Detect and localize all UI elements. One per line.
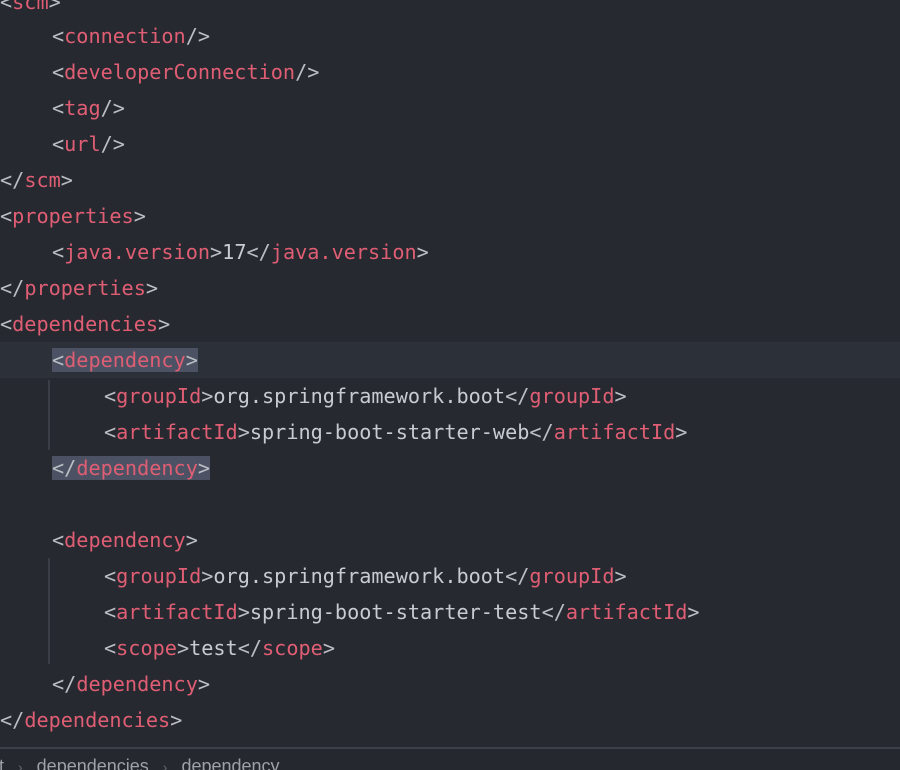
code-line: <url/> [52, 132, 125, 156]
breadcrumb-item-project[interactable]: rt [0, 756, 4, 770]
chevron-right-icon: › [18, 759, 23, 770]
xml-tag: dependencies [12, 312, 159, 336]
breadcrumb: rt › dependencies › dependency [0, 756, 280, 770]
matched-tag-highlight: </dependency> [52, 456, 211, 480]
xml-tag: scm [12, 0, 49, 14]
xml-tag: properties [12, 204, 134, 228]
code-line: <connection/> [52, 24, 211, 48]
code-line: </dependency> [52, 672, 211, 696]
xml-tag: scope [262, 636, 323, 660]
code-line: <groupId>org.springframework.boot</group… [104, 564, 627, 588]
xml-text: spring-boot-starter-test [249, 600, 542, 624]
xml-tag: dependency [64, 528, 186, 552]
matched-tag-highlight: <dependency> [52, 348, 198, 372]
xml-text: org.springframework.boot [213, 384, 506, 408]
xml-tag: dependency [76, 456, 198, 480]
code-line: <artifactId>spring-boot-starter-web</art… [104, 420, 688, 444]
xml-tag: dependency [64, 348, 186, 372]
code-line: <dependency> [52, 528, 198, 552]
code-line: <artifactId>spring-boot-starter-test</ar… [104, 600, 700, 624]
code-editor[interactable]: <scm> <connection/> <developerConnection… [0, 0, 900, 747]
xml-tag: artifactId [116, 420, 238, 444]
code-line: </scm> [0, 168, 73, 192]
xml-tag: dependencies [24, 708, 171, 732]
code-line: </dependency> [0, 450, 900, 486]
xml-tag: properties [24, 276, 146, 300]
breadcrumb-bar: rt › dependencies › dependency [0, 747, 900, 770]
code-line: <developerConnection/> [52, 60, 320, 84]
breadcrumb-item-dependencies[interactable]: dependencies [37, 756, 149, 770]
xml-tag: java.version [64, 240, 211, 264]
xml-tag: artifactId [116, 600, 238, 624]
xml-tag: groupId [116, 564, 202, 588]
code-line-current: <dependency> [0, 342, 900, 378]
xml-tag: connection [64, 24, 186, 48]
xml-tag: groupId [529, 384, 615, 408]
xml-tag: dependency [76, 672, 198, 696]
xml-text: org.springframework.boot [213, 564, 506, 588]
xml-tag: tag [64, 96, 101, 120]
code-line: </dependencies> [0, 708, 183, 732]
code-line: <properties> [0, 204, 146, 228]
xml-text: spring-boot-starter-web [249, 420, 530, 444]
xml-tag: developerConnection [64, 60, 296, 84]
code-line: <java.version>17</java.version> [52, 240, 429, 264]
xml-text: test [189, 636, 238, 660]
xml-tag: groupId [116, 384, 202, 408]
xml-tag: scm [24, 168, 61, 192]
code-line: <dependencies> [0, 312, 171, 336]
chevron-right-icon: › [162, 759, 168, 770]
xml-text: 17 [222, 240, 247, 264]
code-line: <groupId>org.springframework.boot</group… [104, 384, 627, 408]
xml-tag: artifactId [553, 420, 676, 444]
xml-tag: java.version [270, 240, 417, 264]
xml-tag: scope [116, 636, 177, 660]
xml-tag: url [64, 132, 101, 156]
xml-tag: artifactId [565, 600, 688, 624]
xml-tag: groupId [529, 564, 615, 588]
code-line: <scm> [0, 0, 900, 20]
code-line: </properties> [0, 276, 159, 300]
breadcrumb-item-dependency[interactable]: dependency [181, 756, 279, 770]
code-line: <tag/> [52, 96, 125, 120]
code-line: <scope>test</scope> [104, 636, 335, 660]
